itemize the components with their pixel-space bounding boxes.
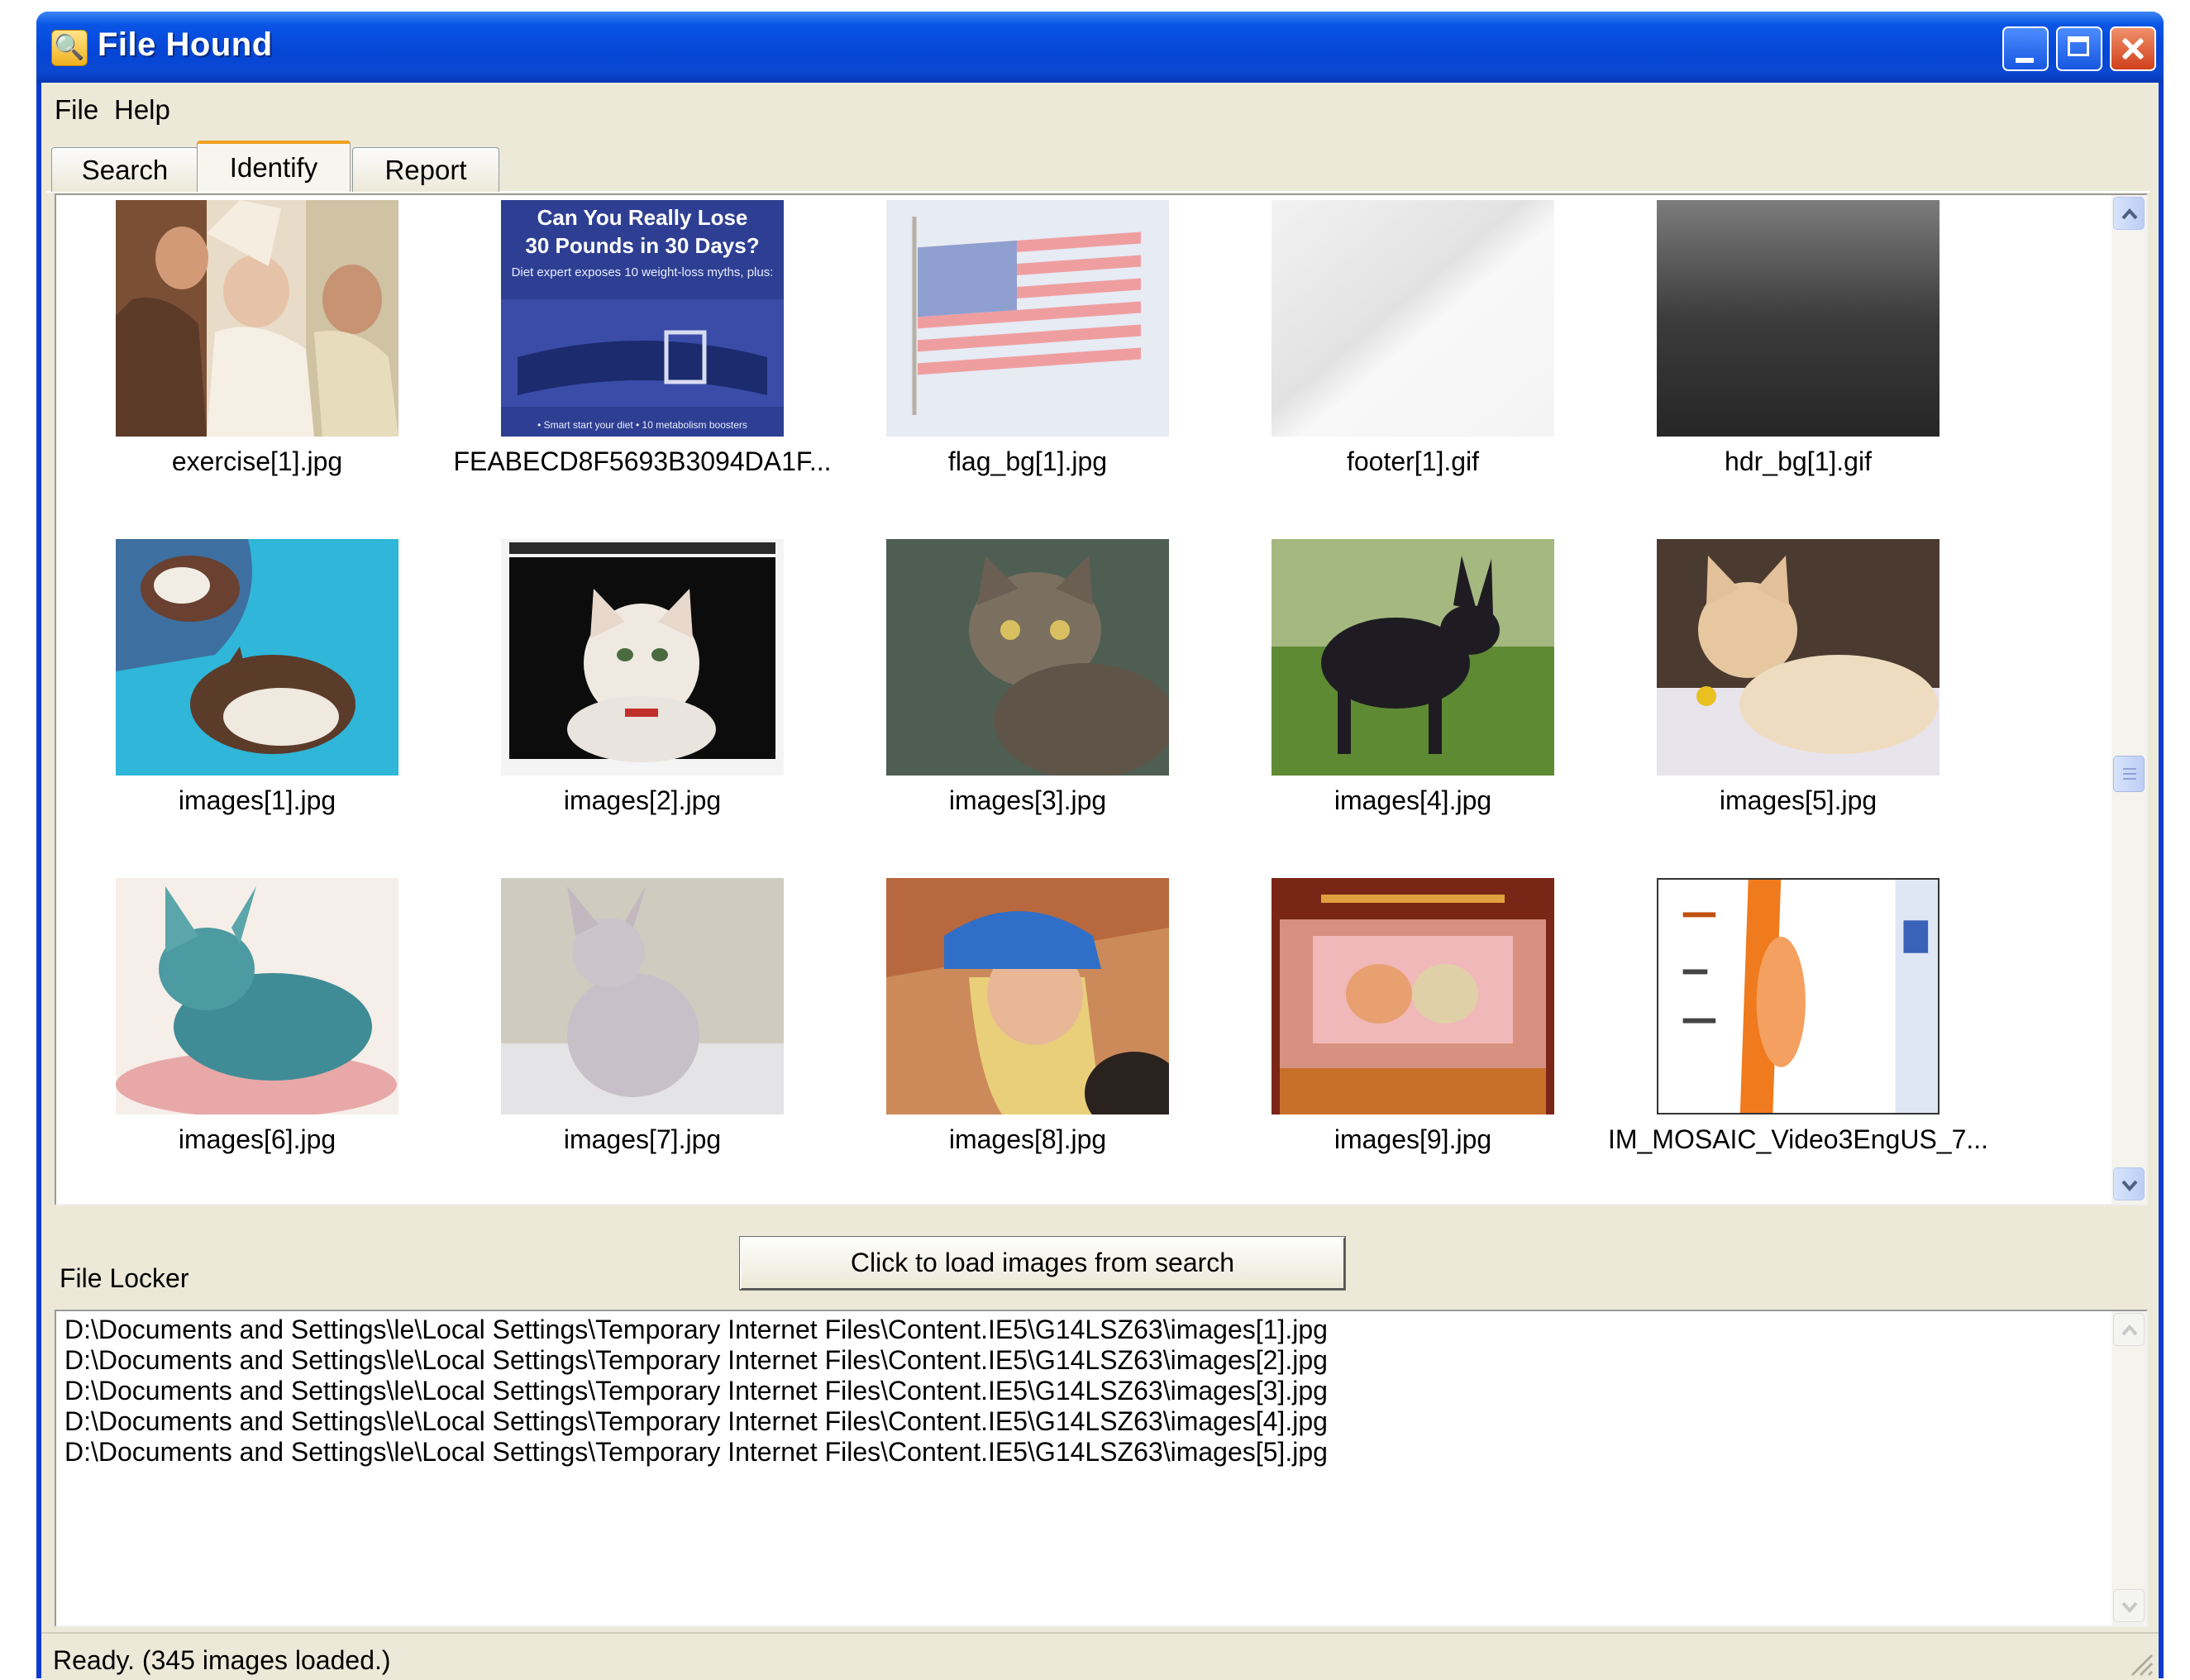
thumbnail-image[interactable] — [1272, 878, 1554, 1114]
thumbnail-item[interactable]: images[2].jpg — [451, 539, 815, 870]
thumbnail-filename: footer[1].gif — [1346, 446, 1480, 476]
thumbnail-filename: images[8].jpg — [948, 1124, 1107, 1154]
thumbnail-filename: exercise[1].jpg — [171, 446, 343, 476]
grid-scrollbar[interactable] — [2111, 195, 2146, 1204]
scroll-down-button[interactable] — [2113, 1167, 2145, 1200]
locker-scrollbar[interactable] — [2111, 1311, 2146, 1625]
ad-headline-1: Can You Really Lose — [537, 205, 748, 230]
status-text: Ready. (345 images loaded.) — [53, 1645, 391, 1675]
thumbnail-item[interactable]: images[3].jpg — [837, 539, 1200, 870]
image-grid-panel[interactable]: exercise[1].jpg Can You Really Lose 30 P… — [55, 193, 2148, 1205]
tab-identify[interactable]: Identify — [197, 141, 351, 192]
thumbnail-filename: FEABECD8F5693B3094DA1F... — [453, 446, 832, 476]
menu-file[interactable]: File — [55, 94, 98, 126]
thumbnail-filename: images[9].jpg — [1334, 1124, 1492, 1154]
thumbnail-image[interactable] — [1657, 200, 1940, 437]
thumbnail-item[interactable]: images[5].jpg — [1607, 539, 1971, 870]
thumbnail-item[interactable]: images[6].jpg — [66, 878, 430, 1204]
thumbnail-image[interactable] — [501, 878, 784, 1114]
title-bar[interactable]: 🔍 File Hound — [36, 12, 2164, 83]
scroll-up-button[interactable] — [2113, 197, 2145, 230]
thumbnail-filename: images[5].jpg — [1719, 785, 1877, 815]
thumbnail-image[interactable] — [1657, 878, 1940, 1114]
ad-headline-2: 30 Pounds in 30 Days? — [525, 233, 759, 258]
app-magnifier-icon: 🔍 — [51, 30, 88, 66]
thumbnail-item[interactable]: Can You Really Lose 30 Pounds in 30 Days… — [451, 200, 832, 531]
thumbnail-image[interactable] — [1657, 539, 1940, 776]
thumbnail-item[interactable]: images[4].jpg — [1222, 539, 1586, 870]
ad-footer: • Smart start your diet • 10 metabolism … — [537, 419, 747, 431]
locker-path-row[interactable]: D:\Documents and Settings\le\Local Setti… — [64, 1345, 1328, 1376]
thumbnail-item[interactable]: images[7].jpg — [451, 878, 815, 1204]
thumbnail-item[interactable]: images[1].jpg — [66, 539, 430, 870]
thumbnail-image[interactable] — [116, 878, 398, 1114]
thumbnail-filename: images[2].jpg — [563, 785, 722, 815]
thumbnail-filename: IM_MOSAIC_Video3EngUS_7... — [1607, 1124, 1989, 1154]
thumbnail-filename: images[3].jpg — [948, 785, 1107, 815]
locker-path-row[interactable]: D:\Documents and Settings\le\Local Setti… — [64, 1315, 1328, 1345]
resize-grip-icon[interactable] — [2124, 1647, 2154, 1677]
thumbnail-item[interactable]: hdr_bg[1].gif — [1607, 200, 1971, 531]
menu-bar: File Help — [41, 83, 2159, 129]
file-locker-label: File Locker — [60, 1263, 189, 1293]
thumbnail-filename: images[1].jpg — [178, 785, 336, 815]
thumbnail-item[interactable]: images[8].jpg — [837, 878, 1200, 1204]
thumbnail-image[interactable] — [1272, 539, 1554, 776]
chevron-up-icon — [2121, 208, 2138, 220]
thumbnail-filename: images[6].jpg — [178, 1124, 336, 1154]
locker-path-row[interactable]: D:\Documents and Settings\le\Local Setti… — [64, 1376, 1328, 1406]
chevron-down-icon — [2121, 1180, 2138, 1192]
load-images-button[interactable]: Click to load images from search — [739, 1236, 1346, 1291]
thumbnail-image[interactable] — [1272, 200, 1554, 437]
thumbnail-image[interactable] — [116, 539, 398, 776]
thumbnail-item[interactable]: IM_MOSAIC_Video3EngUS_7... — [1607, 878, 1988, 1204]
thumbnail-image[interactable] — [116, 200, 398, 437]
locker-scroll-down-button[interactable] — [2113, 1589, 2145, 1622]
thumbnail-filename: flag_bg[1].jpg — [947, 446, 1108, 476]
thumbnail-image[interactable] — [501, 539, 784, 776]
client-area: File Help Search Identify Report exercis… — [41, 83, 2159, 1680]
thumbnail-item[interactable]: images[9].jpg — [1222, 878, 1586, 1204]
thumbnail-item[interactable]: flag_bg[1].jpg — [837, 200, 1200, 531]
thumbnail-item[interactable]: footer[1].gif — [1222, 200, 1586, 531]
window-title: File Hound — [98, 26, 273, 63]
tab-report[interactable]: Report — [352, 147, 499, 192]
maximize-button[interactable] — [2056, 26, 2102, 71]
file-locker-list[interactable]: D:\Documents and Settings\le\Local Setti… — [55, 1310, 2148, 1627]
thumbnail-filename: images[7].jpg — [563, 1124, 722, 1154]
status-bar: Ready. (345 images loaded.) — [41, 1632, 2159, 1680]
thumbnail-image[interactable] — [886, 539, 1169, 776]
thumbnail-filename: images[4].jpg — [1334, 785, 1492, 815]
thumbnail-image[interactable]: Can You Really Lose 30 Pounds in 30 Days… — [501, 200, 784, 437]
ad-subline: Diet expert exposes 10 weight-loss myths… — [512, 265, 774, 279]
scroll-thumb[interactable] — [2113, 756, 2145, 792]
thumbnail-image[interactable] — [886, 200, 1169, 437]
locker-path-row[interactable]: D:\Documents and Settings\le\Local Setti… — [64, 1437, 1328, 1468]
tab-search[interactable]: Search — [51, 147, 198, 192]
locker-path-row[interactable]: D:\Documents and Settings\le\Local Setti… — [64, 1406, 1328, 1437]
close-button[interactable] — [2110, 26, 2156, 71]
menu-help[interactable]: Help — [114, 94, 170, 126]
chevron-up-icon — [2121, 1324, 2138, 1336]
app-window: 🔍 File Hound File Help Search Identify R… — [36, 12, 2164, 1680]
thumbnail-filename: hdr_bg[1].gif — [1725, 446, 1872, 476]
thumbnail-item[interactable]: exercise[1].jpg — [66, 200, 430, 531]
minimize-button[interactable] — [2002, 26, 2049, 71]
thumbnail-image[interactable] — [886, 878, 1169, 1114]
locker-scroll-up-button[interactable] — [2113, 1313, 2145, 1346]
chevron-down-icon — [2121, 1601, 2138, 1614]
